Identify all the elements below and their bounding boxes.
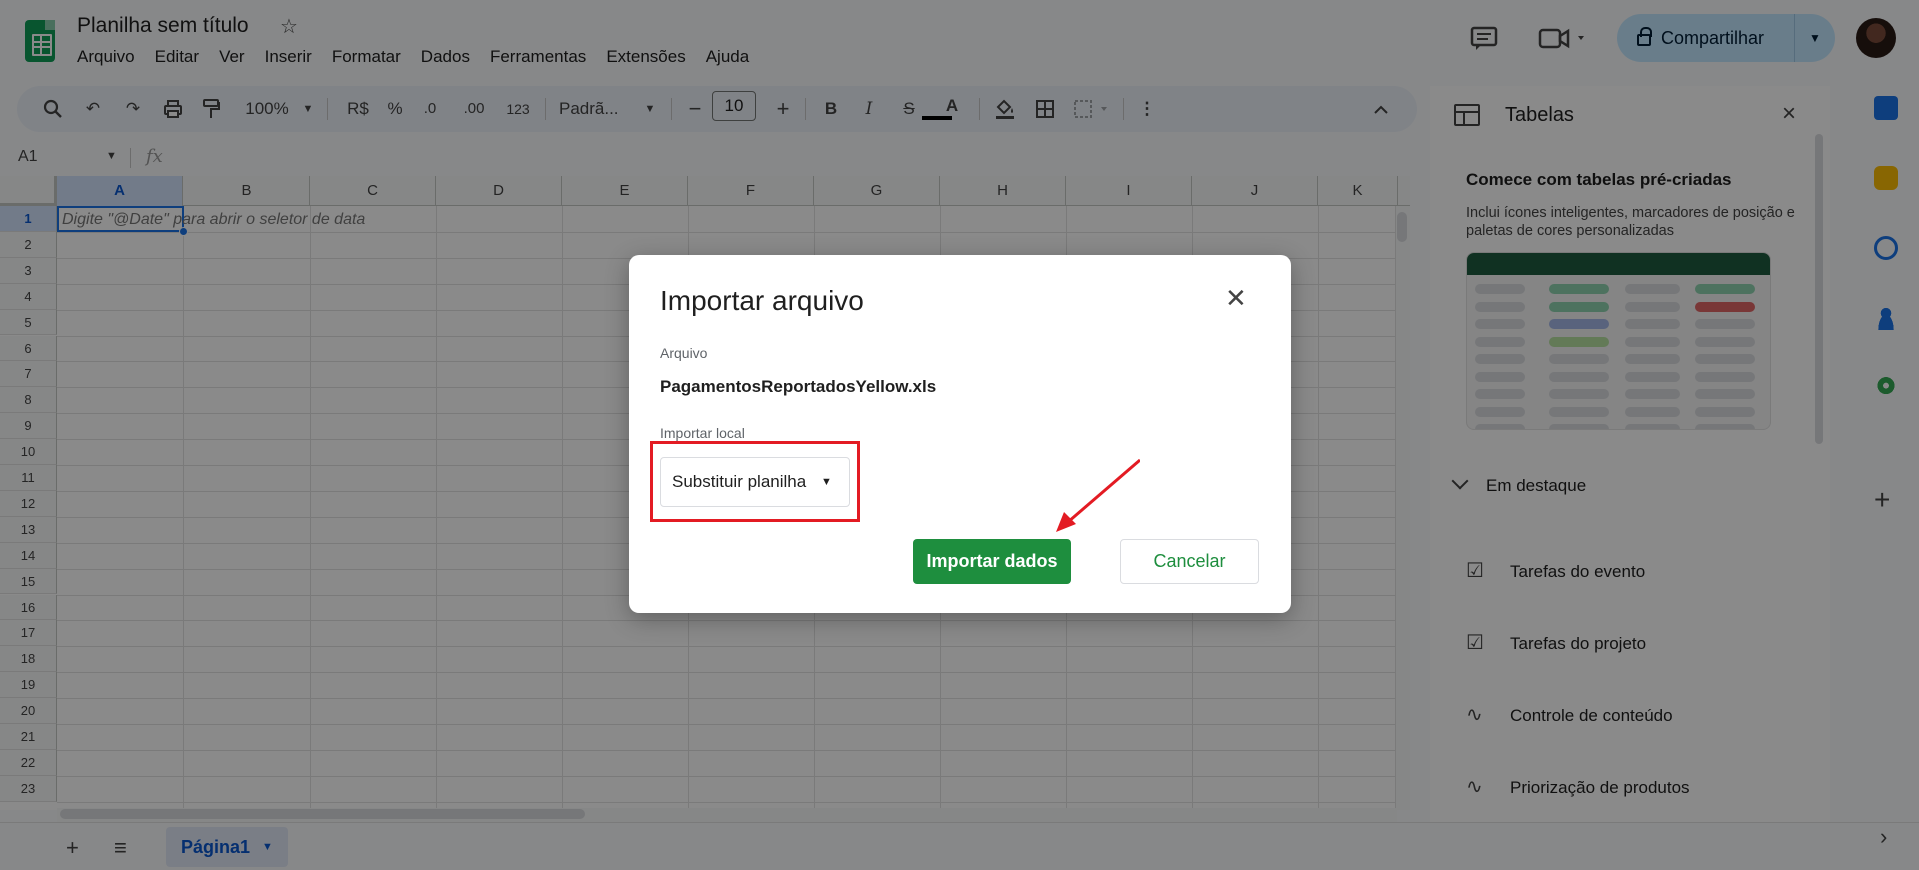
close-icon[interactable]: ✕: [1225, 283, 1247, 313]
dialog-title: Importar arquivo: [660, 285, 864, 316]
import-file-dialog: Importar arquivo ✕ Arquivo PagamentosRep…: [629, 255, 1291, 613]
cancel-button[interactable]: Cancelar: [1120, 539, 1259, 584]
import-data-button[interactable]: Importar dados: [913, 539, 1071, 584]
google-sheets-app: Planilha sem título ☆ Arquivo Editar Ver…: [0, 0, 1919, 870]
import-location-label: Importar local: [660, 425, 745, 441]
file-label: Arquivo: [660, 345, 708, 361]
import-location-value: Substituir planilha: [672, 472, 807, 491]
import-location-select[interactable]: Substituir planilha ▼: [660, 457, 850, 507]
chevron-down-icon: ▼: [821, 476, 832, 488]
file-name: PagamentosReportadosYellow.xls: [660, 377, 937, 396]
red-annotation-arrow: [1056, 458, 1140, 532]
